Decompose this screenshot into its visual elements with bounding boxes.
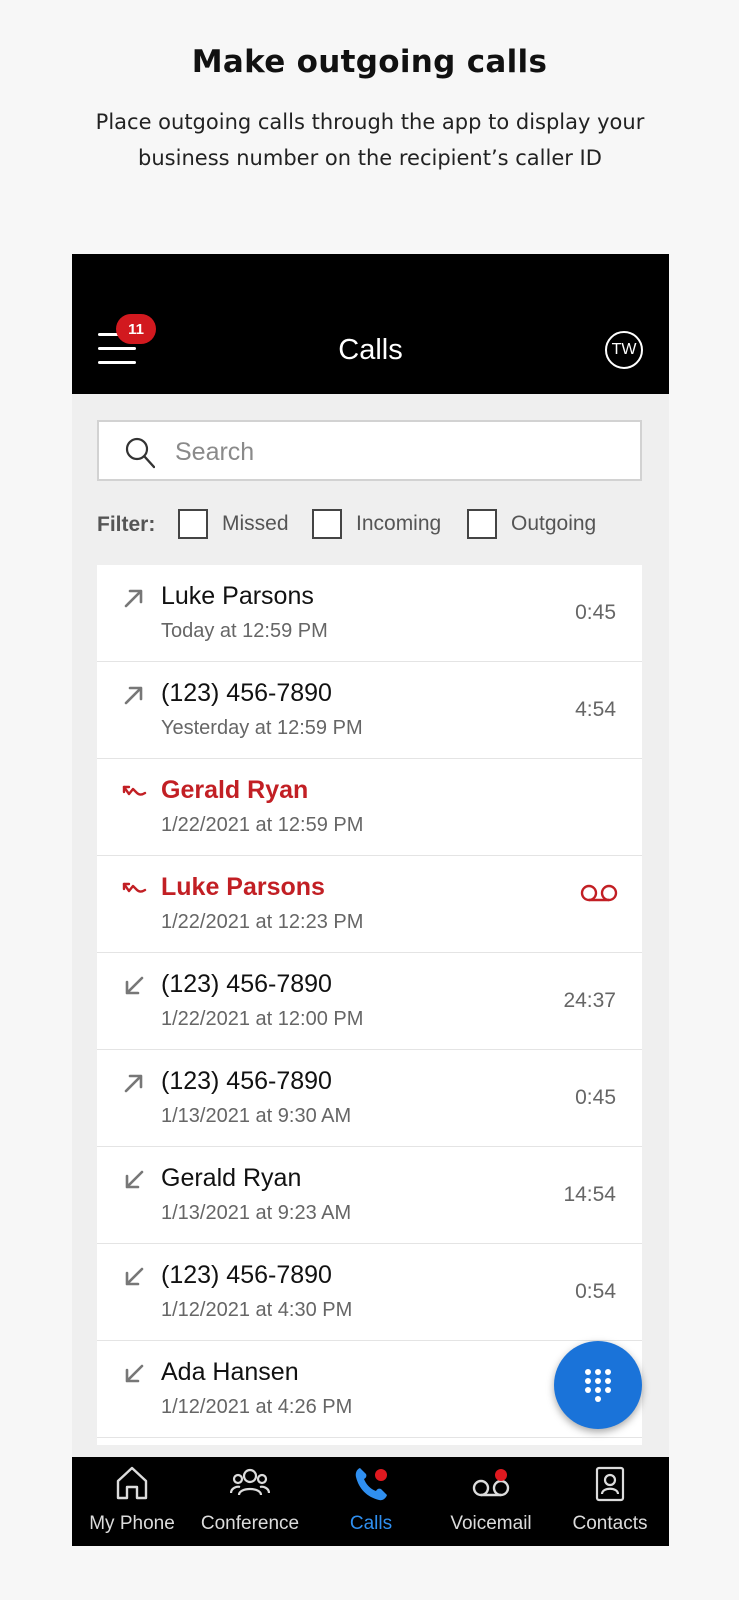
call-list: Luke Parsons Today at 12:59 PM 0:45 (123) 4… (97, 565, 642, 1445)
call-duration: 14:54 (563, 1183, 616, 1206)
caller-name: Luke Parsons (161, 582, 314, 610)
call-row[interactable]: (123) 456-7890 1/22/2021 at 12:00 PM 24:37 (97, 953, 642, 1050)
filter-option-label: Incoming (356, 512, 442, 535)
nav-label: Conference (200, 1513, 300, 1534)
filter-outgoing-checkbox[interactable]: Outgoing (467, 507, 596, 541)
app-bar: 11 Calls TW (72, 254, 669, 394)
call-timestamp: 1/22/2021 at 12:59 PM (161, 814, 364, 836)
filter-option-label: Outgoing (511, 512, 597, 535)
nav-conference[interactable]: Conference (190, 1457, 310, 1546)
caller-name: Luke Parsons (161, 873, 325, 901)
missed-call-icon (122, 785, 147, 796)
call-timestamp: 1/12/2021 at 4:26 PM (161, 1396, 353, 1418)
dialpad-button[interactable] (554, 1341, 642, 1429)
arrow-down-left-icon (125, 1267, 144, 1286)
caller-name: (123) 456-7890 (161, 1067, 332, 1095)
missed-call-icon (122, 882, 147, 893)
people-icon (230, 1468, 270, 1496)
filter-row: Filter: Missed Incoming Outgoing (97, 507, 657, 541)
caller-name: (123) 456-7890 (161, 679, 332, 707)
arrow-down-left-icon (125, 976, 144, 995)
call-row[interactable]: Luke Parsons 1/22/2021 at 12:23 PM (97, 856, 642, 953)
call-duration: 4:54 (575, 698, 616, 721)
filter-incoming-checkbox[interactable]: Incoming (312, 507, 441, 541)
call-row[interactable]: (123) 456-7890 1/13/2021 at 9:30 AM 0:45 (97, 1050, 642, 1147)
arrow-down-left-icon (125, 1364, 144, 1383)
arrow-up-right-icon (124, 589, 143, 608)
contact-card-icon (595, 1466, 625, 1502)
call-timestamp: 1/13/2021 at 9:23 AM (161, 1202, 352, 1224)
call-row[interactable]: (123) 456-7890 Yesterday at 12:59 PM 4:54 (97, 662, 642, 759)
voicemail-icon[interactable] (580, 882, 618, 904)
dialpad-icon (585, 1369, 611, 1402)
call-row[interactable]: (123) 456-7890 1/12/2021 at 4:30 PM 0:54 (97, 1244, 642, 1341)
phone-screen: 11 Calls TW Filter: Missed Incoming Outg… (72, 254, 669, 1546)
nav-label: Voicemail (450, 1513, 532, 1534)
caller-name: (123) 456-7890 (161, 970, 332, 998)
call-duration: 0:45 (575, 1086, 616, 1109)
caller-name: (123) 456-7890 (161, 1261, 332, 1289)
voicemail-notification-dot (495, 1469, 507, 1481)
call-timestamp: 1/12/2021 at 4:30 PM (161, 1299, 353, 1321)
promo-subtitle: Place outgoing calls through the app to … (95, 110, 645, 170)
calls-notification-dot (375, 1469, 387, 1481)
call-timestamp: Today at 12:59 PM (161, 620, 328, 642)
checkbox-icon (178, 509, 208, 539)
nav-calls[interactable]: Calls (311, 1457, 431, 1546)
arrow-up-right-icon (124, 1074, 143, 1093)
caller-name: Ada Hansen (161, 1358, 299, 1386)
caller-name: Gerald Ryan (161, 1164, 302, 1192)
nav-my-phone[interactable]: My Phone (72, 1457, 192, 1546)
avatar[interactable]: TW (605, 331, 643, 369)
call-timestamp: Yesterday at 12:59 PM (161, 717, 363, 739)
bottom-nav: My Phone Conference Calls Voicemail Cont… (72, 1457, 669, 1546)
checkbox-icon (312, 509, 342, 539)
nav-contacts[interactable]: Contacts (550, 1457, 669, 1546)
caller-name: Gerald Ryan (161, 776, 309, 804)
call-row[interactable]: Luke Parsons Today at 12:59 PM 0:45 (97, 565, 642, 662)
call-timestamp: 1/22/2021 at 12:23 PM (161, 911, 364, 933)
nav-voicemail[interactable]: Voicemail (431, 1457, 551, 1546)
promo-title: Make outgoing calls (191, 44, 548, 80)
filter-label: Filter: (97, 513, 156, 536)
filter-missed-checkbox[interactable]: Missed (178, 507, 289, 541)
call-duration: 0:45 (575, 601, 616, 624)
nav-label: Calls (349, 1513, 393, 1534)
search-box (97, 420, 642, 481)
nav-label: My Phone (89, 1513, 175, 1534)
call-row[interactable]: Gerald Ryan 1/13/2021 at 9:23 AM 14:54 (97, 1147, 642, 1244)
search-icon (125, 437, 155, 469)
home-icon (116, 1466, 148, 1500)
nav-label: Contacts (572, 1513, 648, 1534)
call-duration: 24:37 (563, 989, 616, 1012)
arrow-down-left-icon (125, 1170, 144, 1189)
arrow-up-right-icon (124, 686, 143, 705)
call-duration: 0:54 (575, 1280, 616, 1303)
search-input[interactable] (173, 430, 617, 474)
call-timestamp: 1/13/2021 at 9:30 AM (161, 1105, 352, 1127)
call-timestamp: 1/22/2021 at 12:00 PM (161, 1008, 364, 1030)
page-title: Calls (338, 334, 403, 366)
call-row[interactable]: Gerald Ryan 1/22/2021 at 12:59 PM (97, 759, 642, 856)
checkbox-icon (467, 509, 497, 539)
filter-option-label: Missed (222, 512, 289, 535)
